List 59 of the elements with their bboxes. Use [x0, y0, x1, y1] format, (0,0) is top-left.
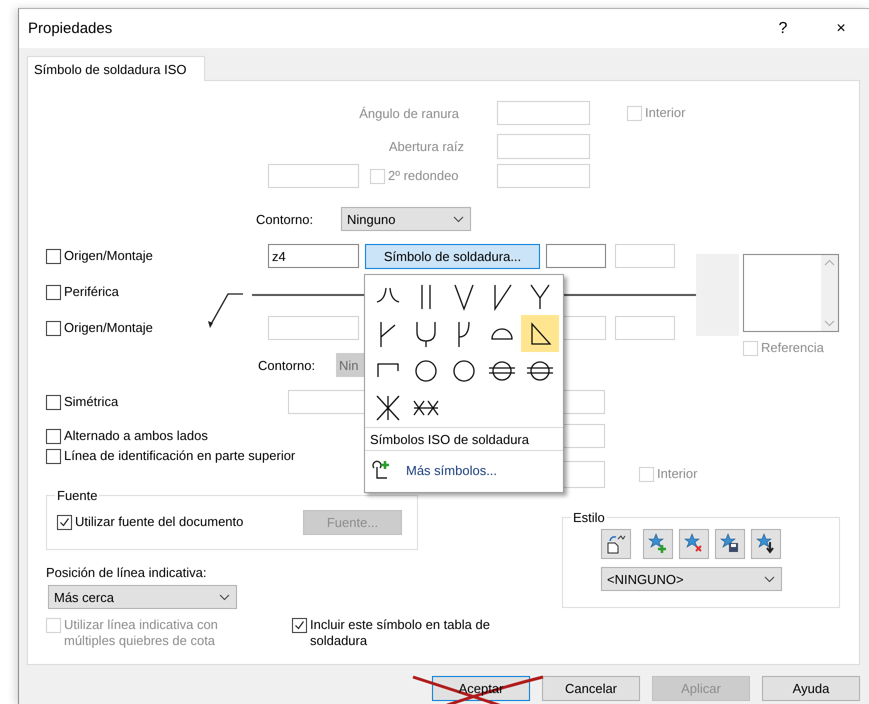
- document-arrow-icon: [605, 533, 627, 555]
- group-title: Fuente: [56, 488, 98, 503]
- menu-section-title: Símbolos ISO de soldadura: [370, 432, 529, 446]
- field-label: Abertura raíz: [388, 139, 464, 154]
- window-title: Propiedades: [28, 20, 114, 37]
- checkbox[interactable]: [46, 285, 61, 300]
- dialog-button[interactable]: Cancelar: [542, 676, 640, 701]
- checkbox[interactable]: [46, 321, 61, 336]
- scrollbar[interactable]: [821, 255, 838, 331]
- checkbox[interactable]: [46, 395, 61, 410]
- checkbox[interactable]: [46, 429, 61, 444]
- checkbox[interactable]: [46, 449, 61, 464]
- checkbox-label: Alternado a ambos lados: [64, 428, 208, 444]
- weld-symbol-button[interactable]: Símbolo de soldadura...: [365, 244, 540, 268]
- checkbox-label: Origen/Montaje: [64, 320, 153, 336]
- field-label: Ángulo de ranura: [358, 106, 459, 120]
- chevron-down-icon: [453, 216, 464, 222]
- style-tool-button[interactable]: [601, 529, 631, 559]
- contour-label: Contorno:: [256, 212, 314, 226]
- dropdown[interactable]: <NINGUNO>: [601, 567, 782, 591]
- help-button[interactable]: ?: [754, 9, 812, 48]
- chevron-down-icon: [824, 320, 835, 327]
- weld-symbol-icon: [491, 328, 513, 340]
- checkbox-label: Interior: [645, 105, 686, 121]
- chevron-down-icon: [219, 594, 230, 600]
- close-button[interactable]: ×: [812, 9, 869, 48]
- checkbox-label: Origen/Montaje: [64, 248, 153, 264]
- more-symbols-item[interactable]: Más símbolos...: [365, 451, 563, 489]
- field-label: Posición de línea indicativa:: [46, 564, 206, 580]
- checkbox-label: Utilizar fuente del documento: [75, 514, 244, 530]
- checkbox-label: Utilizar línea indicativa con múltiples quiebres de cota: [64, 617, 219, 649]
- star-plus-icon: [647, 533, 669, 555]
- checkbox[interactable]: [46, 249, 61, 264]
- style-tool-button[interactable]: [751, 529, 781, 559]
- checkbox[interactable]: [57, 515, 72, 530]
- checkbox-label: Incluir este símbolo en tabla de soldadura: [310, 617, 491, 649]
- checkbox-label: Referencia: [761, 340, 824, 356]
- checkbox-label: 2º redondeo: [388, 168, 459, 184]
- dropdown[interactable]: Más cerca: [48, 585, 237, 609]
- checkbox-label: Línea de identificación en parte superior: [64, 448, 296, 464]
- checkbox-label: Interior: [657, 466, 698, 482]
- style-tool-button[interactable]: [715, 529, 745, 559]
- chevron-up-icon: [824, 259, 835, 266]
- dropdown[interactable]: Ninguno: [341, 207, 471, 231]
- list-box[interactable]: [743, 254, 839, 332]
- chevron-down-icon: [764, 576, 775, 582]
- symbol-option[interactable]: [521, 315, 559, 352]
- dialog-button[interactable]: Ayuda: [762, 676, 860, 701]
- weld-symbol-icon: [377, 363, 399, 378]
- checkbox-label: Periférica: [64, 284, 119, 300]
- symbol-add-icon: [370, 459, 392, 481]
- input-field[interactable]: [546, 244, 606, 268]
- input-field[interactable]: z4: [268, 244, 359, 268]
- group-title: Estilo: [572, 510, 606, 525]
- tab[interactable]: Símbolo de soldadura ISO: [27, 56, 205, 81]
- checkbox-label: Simétrica: [64, 394, 118, 410]
- contour-label: Contorno:: [258, 358, 316, 372]
- checkbox[interactable]: [292, 618, 307, 633]
- star-save-icon: [719, 533, 741, 555]
